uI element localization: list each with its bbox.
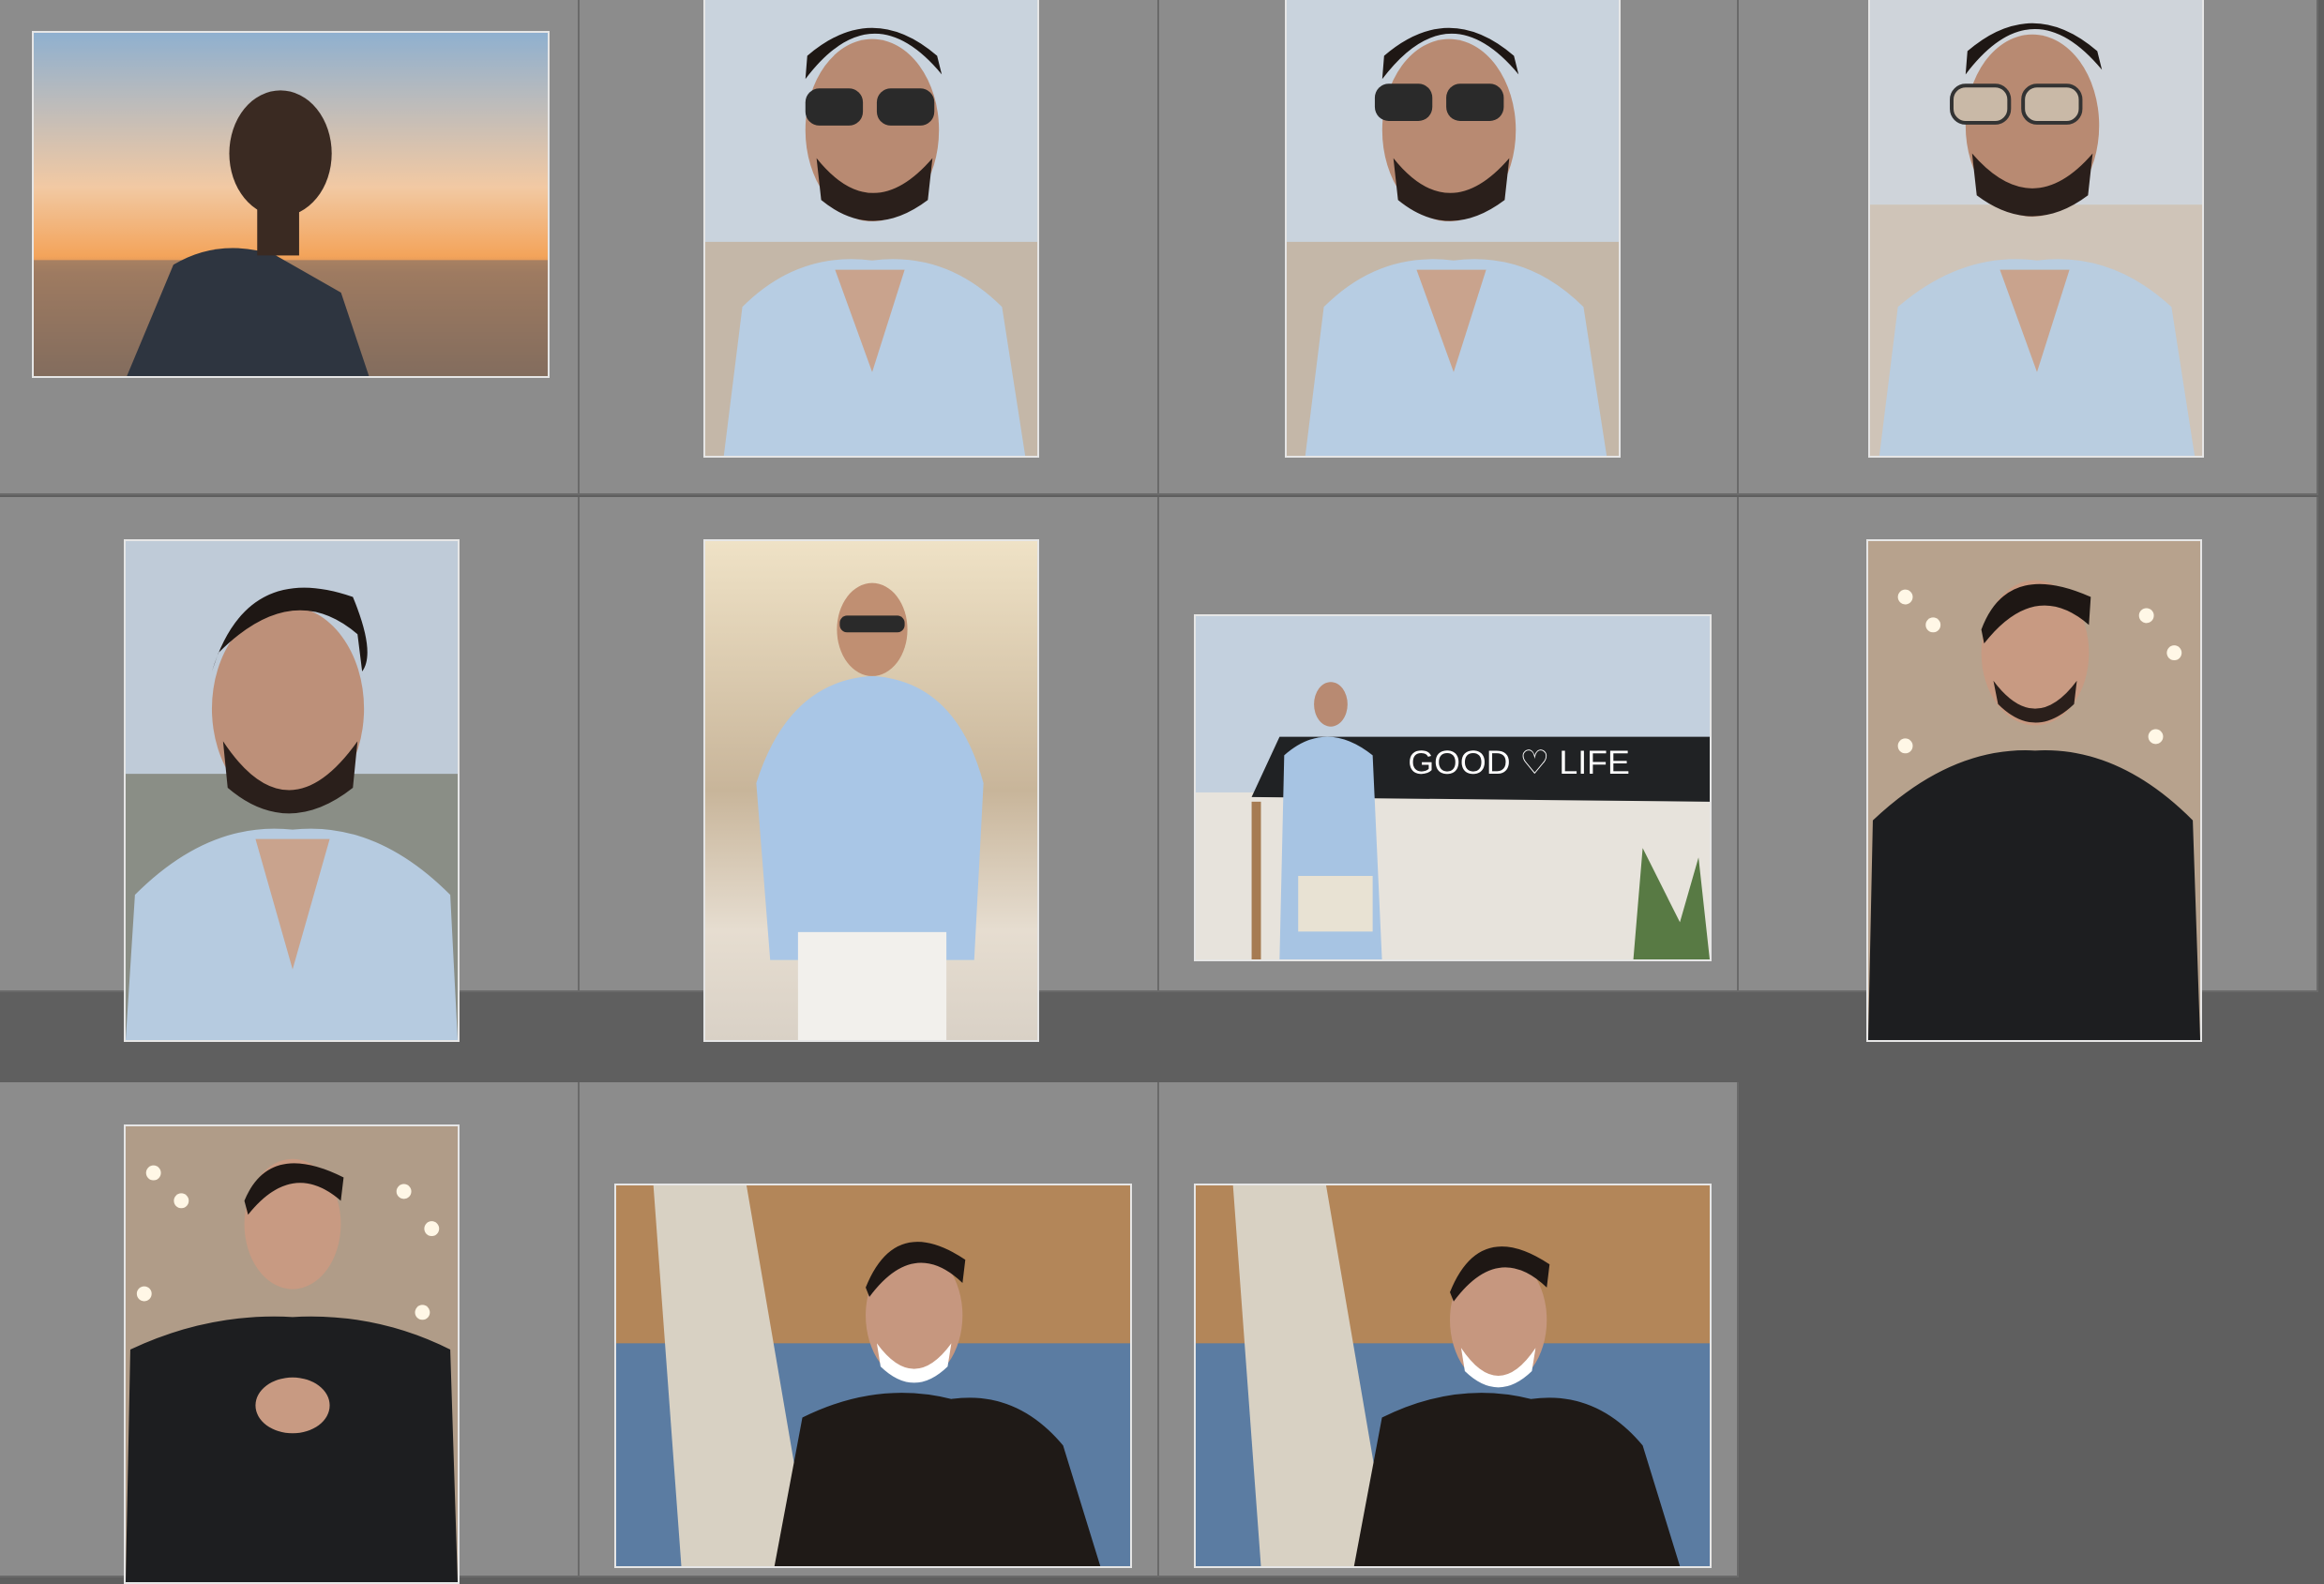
photo-thumbnail-11[interactable]: [1194, 1184, 1712, 1568]
sunglasses-portrait-image: [705, 0, 1037, 456]
grid-cell-4[interactable]: [1739, 0, 2318, 495]
photo-thumbnail-4[interactable]: [1868, 0, 2204, 458]
photo-grid: GOOD ♡ LIFE: [0, 0, 2324, 1584]
grid-cell-7[interactable]: GOOD ♡ LIFE: [1159, 497, 1739, 992]
grid-cell-8[interactable]: [1739, 497, 2318, 1042]
grid-cell-5[interactable]: [0, 497, 580, 1042]
smiling-portrait-image: [126, 541, 458, 1040]
photo-thumbnail-3[interactable]: [1285, 0, 1621, 458]
grid-cell-1[interactable]: [0, 0, 580, 495]
lights-black-tee-image: [1868, 541, 2200, 1040]
palm-smile-image: [1196, 1185, 1710, 1566]
beach-full-body-image: [705, 541, 1037, 1040]
storefront-image: GOOD ♡ LIFE: [1196, 616, 1710, 959]
photo-thumbnail-10[interactable]: [614, 1184, 1132, 1568]
photo-thumbnail-1[interactable]: [32, 31, 550, 378]
sunglasses-portrait-image: [1870, 0, 2202, 456]
photo-thumbnail-8[interactable]: [1866, 539, 2202, 1042]
grid-cell-3[interactable]: [1159, 0, 1739, 495]
store-sign-text: GOOD ♡ LIFE: [1408, 744, 1629, 781]
grid-cell-11[interactable]: [1159, 1082, 1739, 1577]
grid-cell-2[interactable]: [580, 0, 1159, 495]
grid-cell-6[interactable]: [580, 497, 1159, 1042]
photo-thumbnail-2[interactable]: [703, 0, 1039, 458]
grid-cell-9[interactable]: [0, 1082, 580, 1584]
grid-cell-10[interactable]: [580, 1082, 1159, 1577]
palm-smile-image: [616, 1185, 1130, 1566]
photo-thumbnail-5[interactable]: [124, 539, 460, 1042]
sunset-profile-image: [34, 33, 548, 376]
sunglasses-portrait-image: [1287, 0, 1619, 456]
photo-thumbnail-7[interactable]: GOOD ♡ LIFE: [1194, 614, 1712, 961]
photo-thumbnail-9[interactable]: [124, 1124, 460, 1584]
lights-black-tee-hands-image: [126, 1126, 458, 1582]
grid-cell-empty: [1739, 1082, 2324, 1581]
photo-thumbnail-6[interactable]: [703, 539, 1039, 1042]
